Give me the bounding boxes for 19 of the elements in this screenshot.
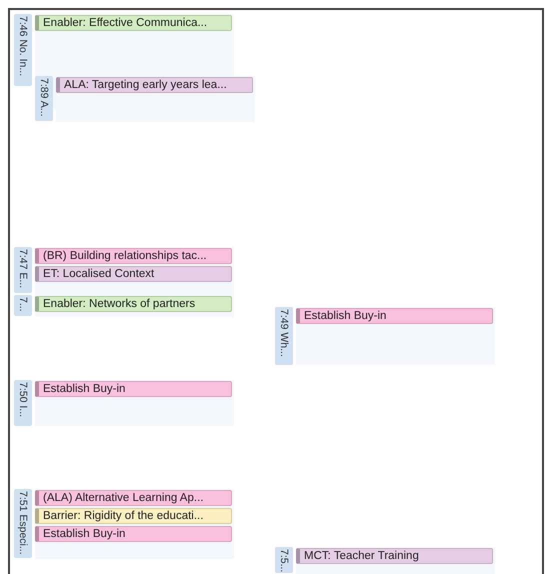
segment-label: 7... — [14, 295, 32, 316]
code-tag[interactable]: ET: Localised Context — [35, 266, 232, 282]
code-tag[interactable]: (ALA) Alternative Learning Ap... — [35, 490, 232, 506]
segment-label: 7:89 A... — [35, 76, 53, 121]
segment-label: 7:49 Wh... — [275, 307, 293, 365]
segment-label: 7:47 E... — [14, 247, 32, 293]
code-tag[interactable]: Establish Buy-in — [296, 308, 493, 324]
code-tag[interactable]: Barrier: Rigidity of the educati... — [35, 508, 232, 524]
code-tag[interactable]: (BR) Building relationships tac... — [35, 248, 232, 264]
code-tag[interactable]: ALA: Targeting early years lea... — [56, 77, 253, 93]
code-tag[interactable]: Enabler: Effective Communica... — [35, 15, 232, 31]
code-tag[interactable]: MCT: Teacher Training — [296, 548, 493, 564]
segment-label: 7:50 I... — [14, 380, 32, 426]
code-tag[interactable]: Establish Buy-in — [35, 381, 232, 397]
code-tag[interactable]: Enabler: Networks of partners — [35, 296, 232, 312]
segment-label: 7:51 Especi... — [14, 489, 32, 558]
segment-label: 7:5... — [275, 547, 293, 573]
code-tag[interactable]: Establish Buy-in — [35, 526, 232, 542]
segment-label: 7:46 No. In... — [14, 14, 32, 86]
